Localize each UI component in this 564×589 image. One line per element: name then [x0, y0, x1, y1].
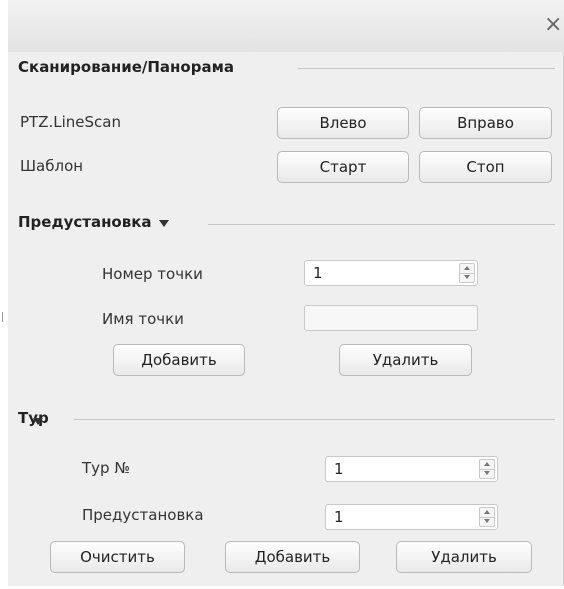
pattern-stop-button[interactable]: Стоп	[419, 151, 552, 183]
tour-number-label: Тур №	[82, 459, 130, 477]
chevron-down-icon[interactable]	[460, 273, 474, 282]
linescan-label: PTZ.LineScan	[20, 113, 121, 131]
tour-number-stepper[interactable]: 1	[325, 456, 498, 482]
section-divider-preset	[208, 224, 555, 225]
tour-clear-button[interactable]: Очистить	[50, 541, 185, 573]
tour-delete-button[interactable]: Удалить	[396, 541, 532, 573]
preset-add-button[interactable]: Добавить	[113, 344, 245, 376]
point-name-label: Имя точки	[102, 310, 184, 328]
collapse-arrow-icon[interactable]	[159, 220, 169, 227]
pattern-start-button[interactable]: Старт	[277, 151, 409, 183]
point-number-spin-buttons	[459, 263, 475, 283]
point-number-label: Номер точки	[102, 265, 203, 283]
ptz-control-panel: × Сканирование/Панорама PTZ.LineScan Вле…	[8, 0, 564, 586]
section-title-preset: Предустановка	[18, 213, 152, 231]
chevron-down-icon[interactable]	[480, 469, 494, 478]
scan-left-button[interactable]: Влево	[277, 107, 409, 139]
scan-right-button[interactable]: Вправо	[419, 107, 552, 139]
collapse-arrow-icon[interactable]	[33, 418, 43, 425]
point-name-field[interactable]	[304, 305, 478, 331]
tour-number-spin-buttons	[479, 459, 495, 479]
chevron-down-icon[interactable]	[480, 517, 494, 526]
point-number-stepper[interactable]: 1	[304, 260, 478, 286]
tour-add-button[interactable]: Добавить	[225, 541, 360, 573]
tour-preset-stepper[interactable]: 1	[325, 504, 498, 530]
tour-number-value[interactable]: 1	[334, 460, 344, 478]
tour-preset-value[interactable]: 1	[334, 508, 344, 526]
section-title-scan: Сканирование/Панорама	[18, 58, 234, 76]
close-icon[interactable]: ×	[544, 14, 562, 36]
point-number-value[interactable]: 1	[313, 264, 323, 282]
pattern-label: Шаблон	[20, 157, 84, 175]
section-divider-scan	[298, 68, 555, 69]
title-bar: ×	[8, 0, 564, 52]
window-edge-mark	[2, 312, 3, 322]
tour-preset-spin-buttons	[479, 507, 495, 527]
section-divider-tour	[74, 419, 555, 420]
tour-preset-label: Предустановка	[82, 506, 204, 524]
preset-delete-button[interactable]: Удалить	[339, 344, 472, 376]
